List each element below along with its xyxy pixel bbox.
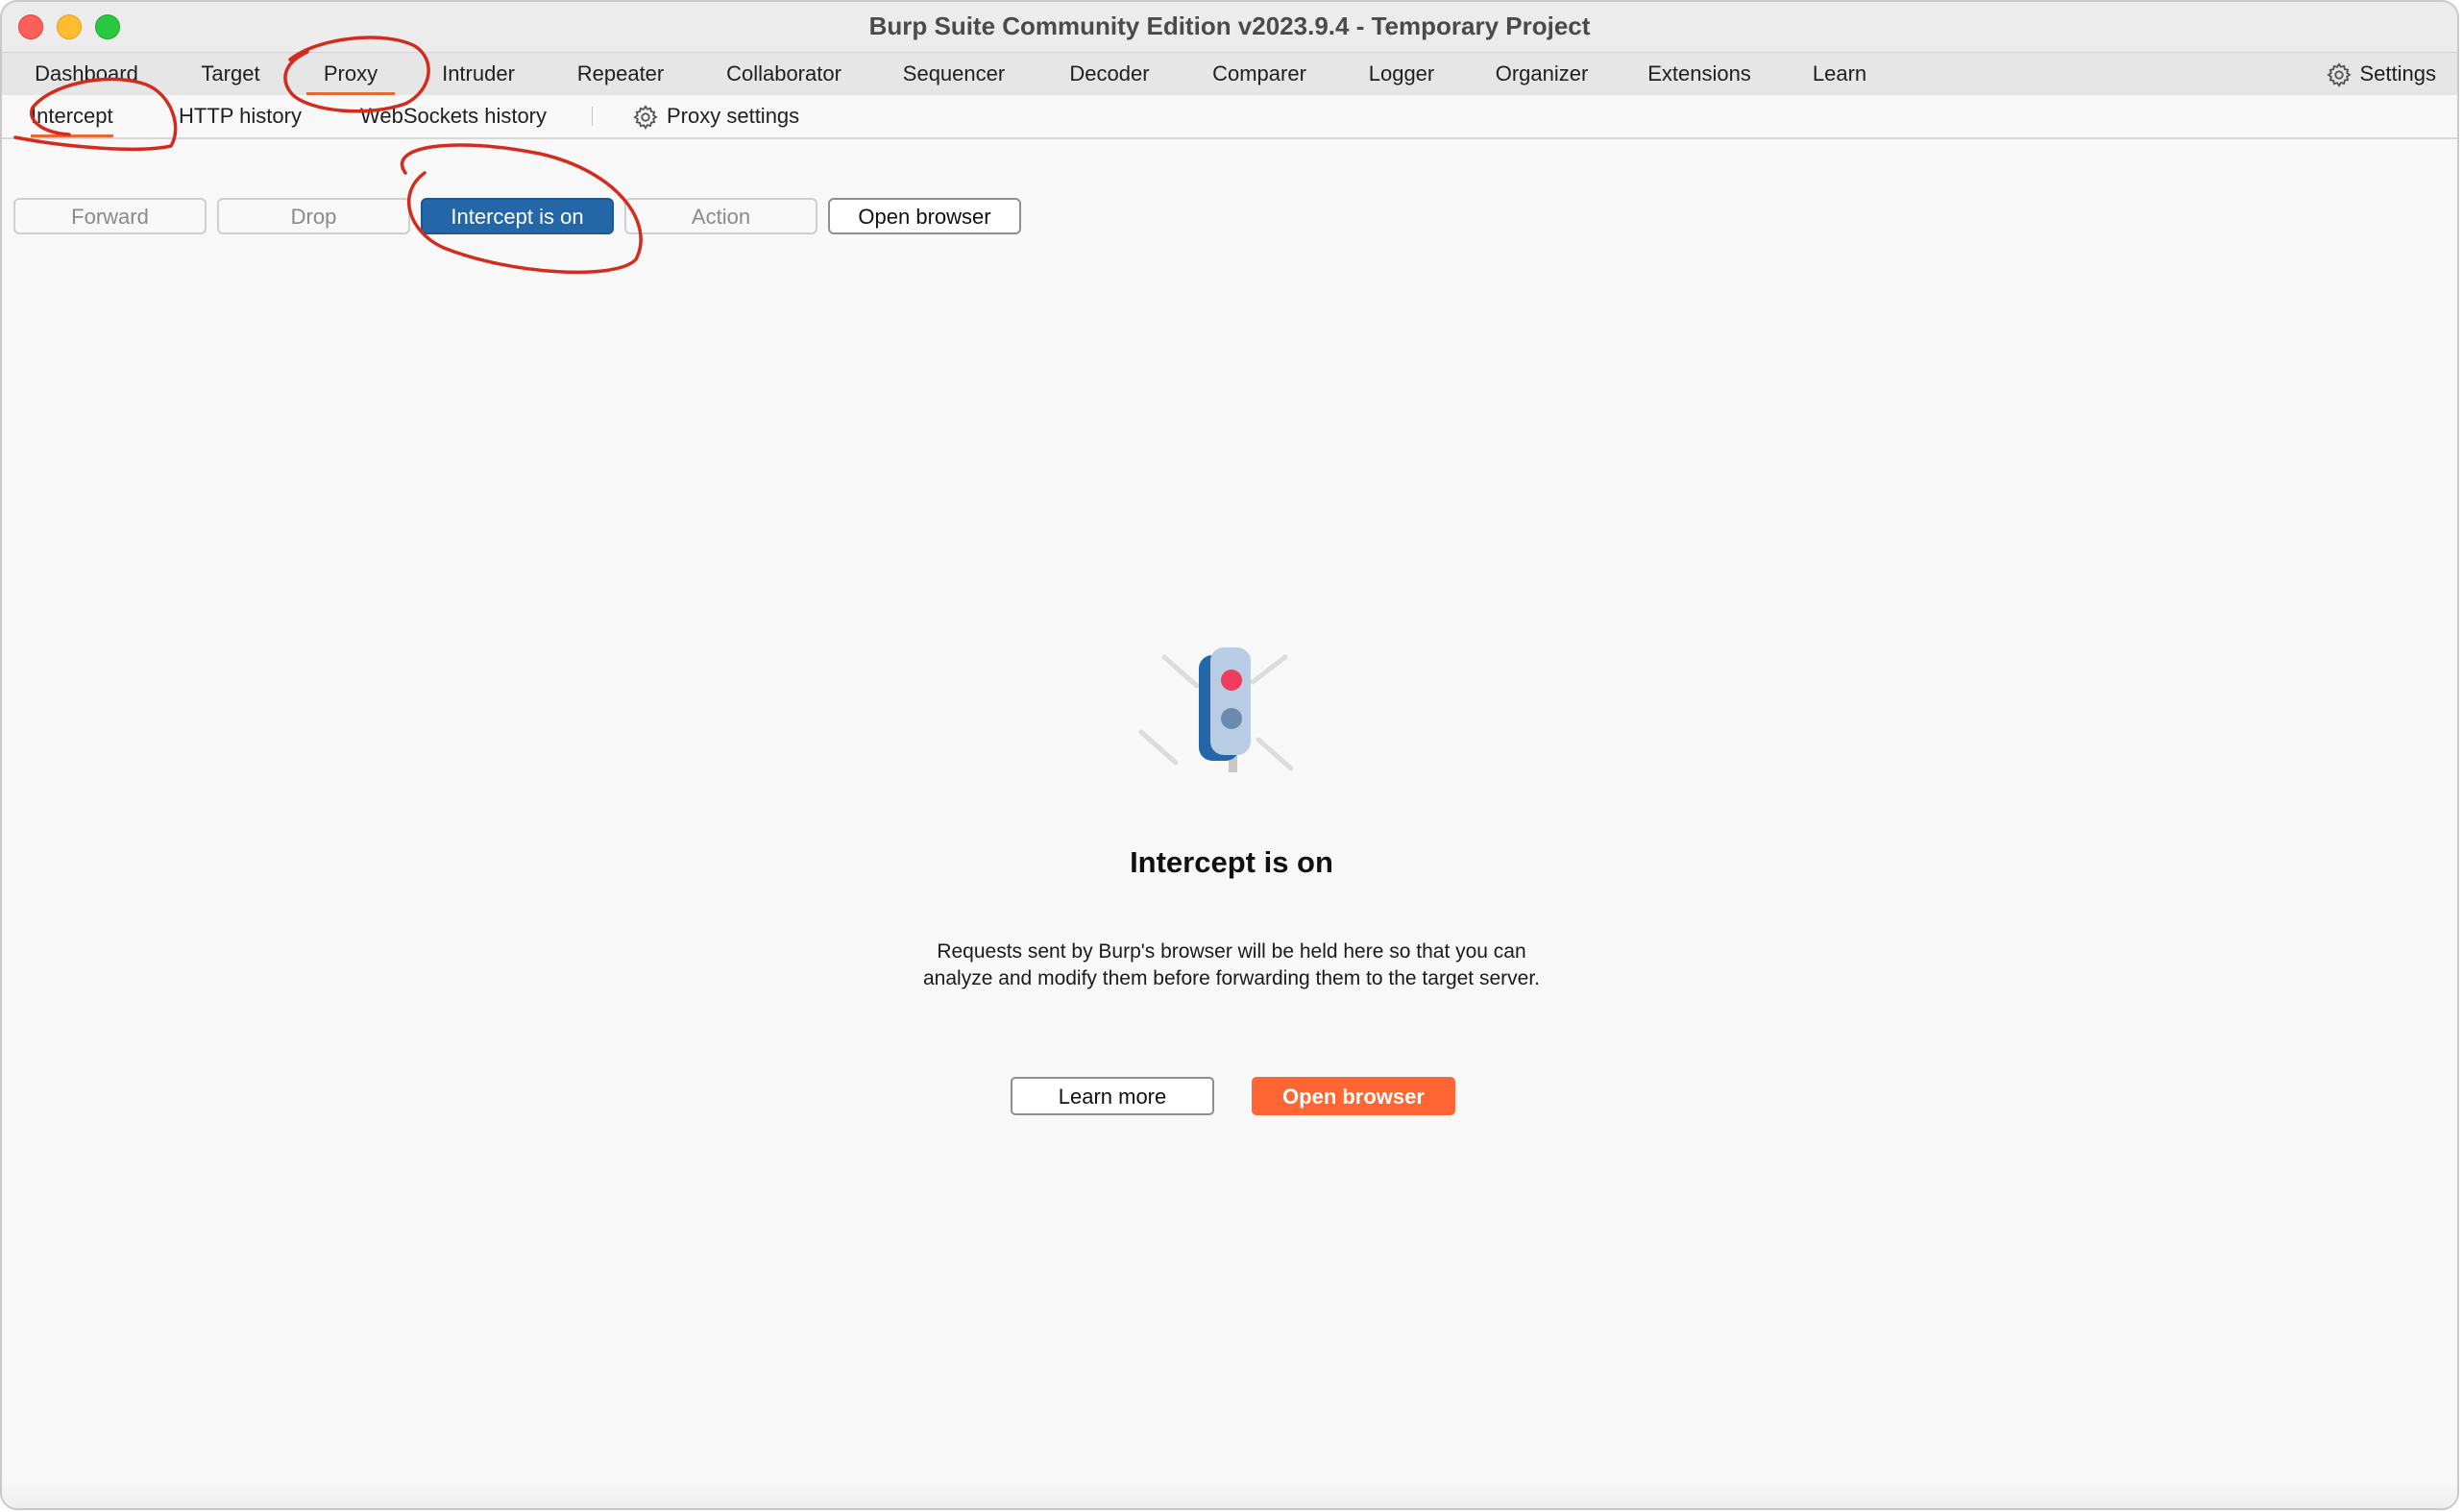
learn-more-button[interactable]: Learn more	[1011, 1077, 1214, 1115]
tab-collaborator[interactable]: Collaborator	[718, 53, 850, 95]
proxy-sub-tab-bar: Intercept HTTP history WebSockets histor…	[2, 95, 2457, 139]
drop-button[interactable]: Drop	[217, 198, 410, 234]
tab-dashboard[interactable]: Dashboard	[31, 53, 142, 95]
tab-comparer[interactable]: Comparer	[1205, 53, 1314, 95]
tab-decoder[interactable]: Decoder	[1059, 53, 1160, 95]
tab-organizer[interactable]: Organizer	[1489, 53, 1595, 95]
forward-button[interactable]: Forward	[13, 198, 207, 234]
traffic-light-icon	[1138, 647, 1294, 772]
main-tab-bar: Dashboard Target Proxy Intruder Repeater…	[2, 52, 2457, 96]
tab-repeater[interactable]: Repeater	[569, 53, 672, 95]
proxy-settings-label: Proxy settings	[667, 104, 800, 128]
title-bar: Burp Suite Community Edition v2023.9.4 -…	[2, 2, 2457, 52]
action-button[interactable]: Action	[624, 198, 817, 234]
window-bottom-edge	[2, 1479, 2457, 1508]
tab-extensions[interactable]: Extensions	[1643, 53, 1756, 95]
app-window: Burp Suite Community Edition v2023.9.4 -…	[0, 0, 2459, 1510]
subtab-divider	[592, 107, 593, 126]
empty-state-heading: Intercept is on	[1130, 845, 1333, 879]
open-browser-toolbar-button[interactable]: Open browser	[828, 198, 1021, 234]
tab-learn[interactable]: Learn	[1806, 53, 1873, 95]
subtab-websockets-history[interactable]: WebSockets history	[360, 95, 547, 137]
empty-state-description: Requests sent by Burp's browser will be …	[922, 940, 1540, 989]
tab-intruder[interactable]: Intruder	[432, 53, 524, 95]
tab-proxy[interactable]: Proxy	[306, 53, 395, 95]
tab-logger[interactable]: Logger	[1362, 53, 1441, 95]
open-browser-button[interactable]: Open browser	[1252, 1077, 1455, 1115]
intercept-toggle-button[interactable]: Intercept is on	[421, 198, 614, 234]
proxy-settings-button[interactable]: Proxy settings	[632, 95, 799, 137]
window-title: Burp Suite Community Edition v2023.9.4 -…	[868, 12, 1591, 40]
subtab-intercept[interactable]: Intercept	[31, 95, 113, 137]
tab-target[interactable]: Target	[190, 53, 271, 95]
settings-button[interactable]: Settings	[2326, 53, 2437, 95]
gear-icon	[633, 105, 658, 131]
settings-label: Settings	[2359, 61, 2437, 85]
gear-icon	[2326, 62, 2352, 88]
tab-sequencer[interactable]: Sequencer	[895, 53, 1012, 95]
subtab-http-history[interactable]: HTTP history	[179, 95, 302, 137]
